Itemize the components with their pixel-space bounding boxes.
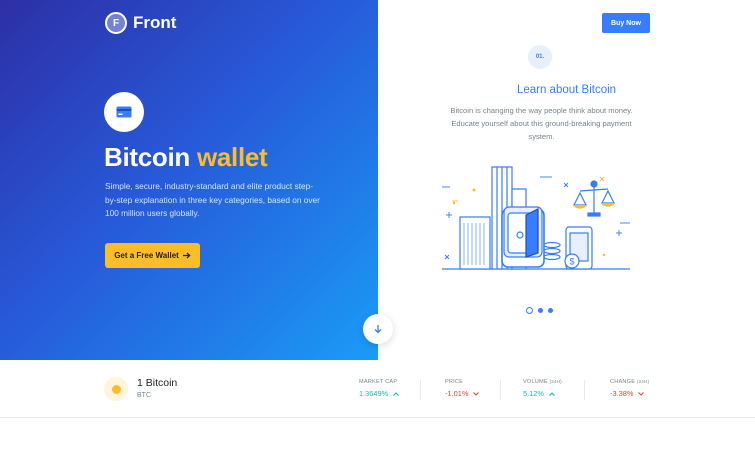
buy-now-button[interactable]: Buy Now [602, 13, 650, 33]
stat-label: CHANGE (24H) [610, 379, 650, 385]
hero-left-panel: F Front Bitcoin wallet Simple, secure, i… [0, 0, 378, 360]
coin-name: 1 Bitcoin [137, 377, 178, 389]
market-cap-stat: MARKET CAP 1.3649% [359, 379, 400, 398]
volume-stat: VOLUME (24H) 5.12% [523, 379, 562, 398]
brand-name: Front [133, 13, 177, 32]
hero-section: F Front Bitcoin wallet Simple, secure, i… [0, 0, 755, 360]
coin-symbol: BTC [137, 392, 151, 399]
change-stat: CHANGE (24H) -3.38% [610, 379, 649, 398]
hero-description: Simple, secure, industry-standard and el… [105, 181, 320, 218]
hero-title-accent: wallet [196, 142, 268, 172]
divider [584, 380, 585, 400]
logo-icon: F [105, 12, 127, 34]
hero-title: Bitcoin wallet [104, 142, 268, 173]
step-badge: 01. [528, 45, 552, 69]
carousel-dot[interactable] [548, 308, 553, 313]
divider [420, 380, 421, 400]
stat-label: VOLUME (24H) [523, 379, 562, 385]
chevron-down-icon [473, 391, 480, 396]
stat-label: PRICE [445, 379, 464, 385]
slide-title: Learn about Bitcoin [516, 84, 617, 96]
divider [500, 380, 501, 400]
scroll-down-button[interactable] [363, 314, 393, 344]
carousel-dot[interactable] [538, 308, 543, 313]
stat-value: 5.12% [523, 389, 562, 398]
bitcoin-icon [104, 377, 128, 401]
chevron-up-icon [549, 391, 555, 396]
arrow-right-icon [182, 252, 191, 259]
stat-value: -1.01% [445, 389, 480, 398]
hero-title-main: Bitcoin [104, 142, 191, 172]
get-wallet-button[interactable]: Get a Free Wallet [105, 243, 200, 268]
carousel-pagination [526, 307, 553, 314]
chevron-up-icon [393, 391, 400, 396]
carousel-dot[interactable] [526, 307, 533, 314]
slide-description: Bitcoin is changing the way people think… [450, 106, 633, 141]
chevron-down-icon [638, 391, 645, 396]
svg-text:$: $ [569, 257, 574, 267]
crypto-ticker: 1 Bitcoin BTC MARKET CAP 1.3649% PRICE -… [0, 360, 755, 418]
stat-value: 1.3649% [359, 389, 400, 398]
brand-logo[interactable]: F Front [105, 12, 176, 34]
stat-label: MARKET CAP [359, 379, 398, 385]
get-wallet-label: Get a Free Wallet [114, 251, 179, 260]
price-stat: PRICE -1.01% [445, 379, 480, 398]
arrow-down-icon [374, 325, 382, 334]
credit-card-icon [104, 92, 144, 132]
stat-value: -3.38% [610, 389, 649, 398]
wallet-illustration: $ [442, 166, 630, 270]
